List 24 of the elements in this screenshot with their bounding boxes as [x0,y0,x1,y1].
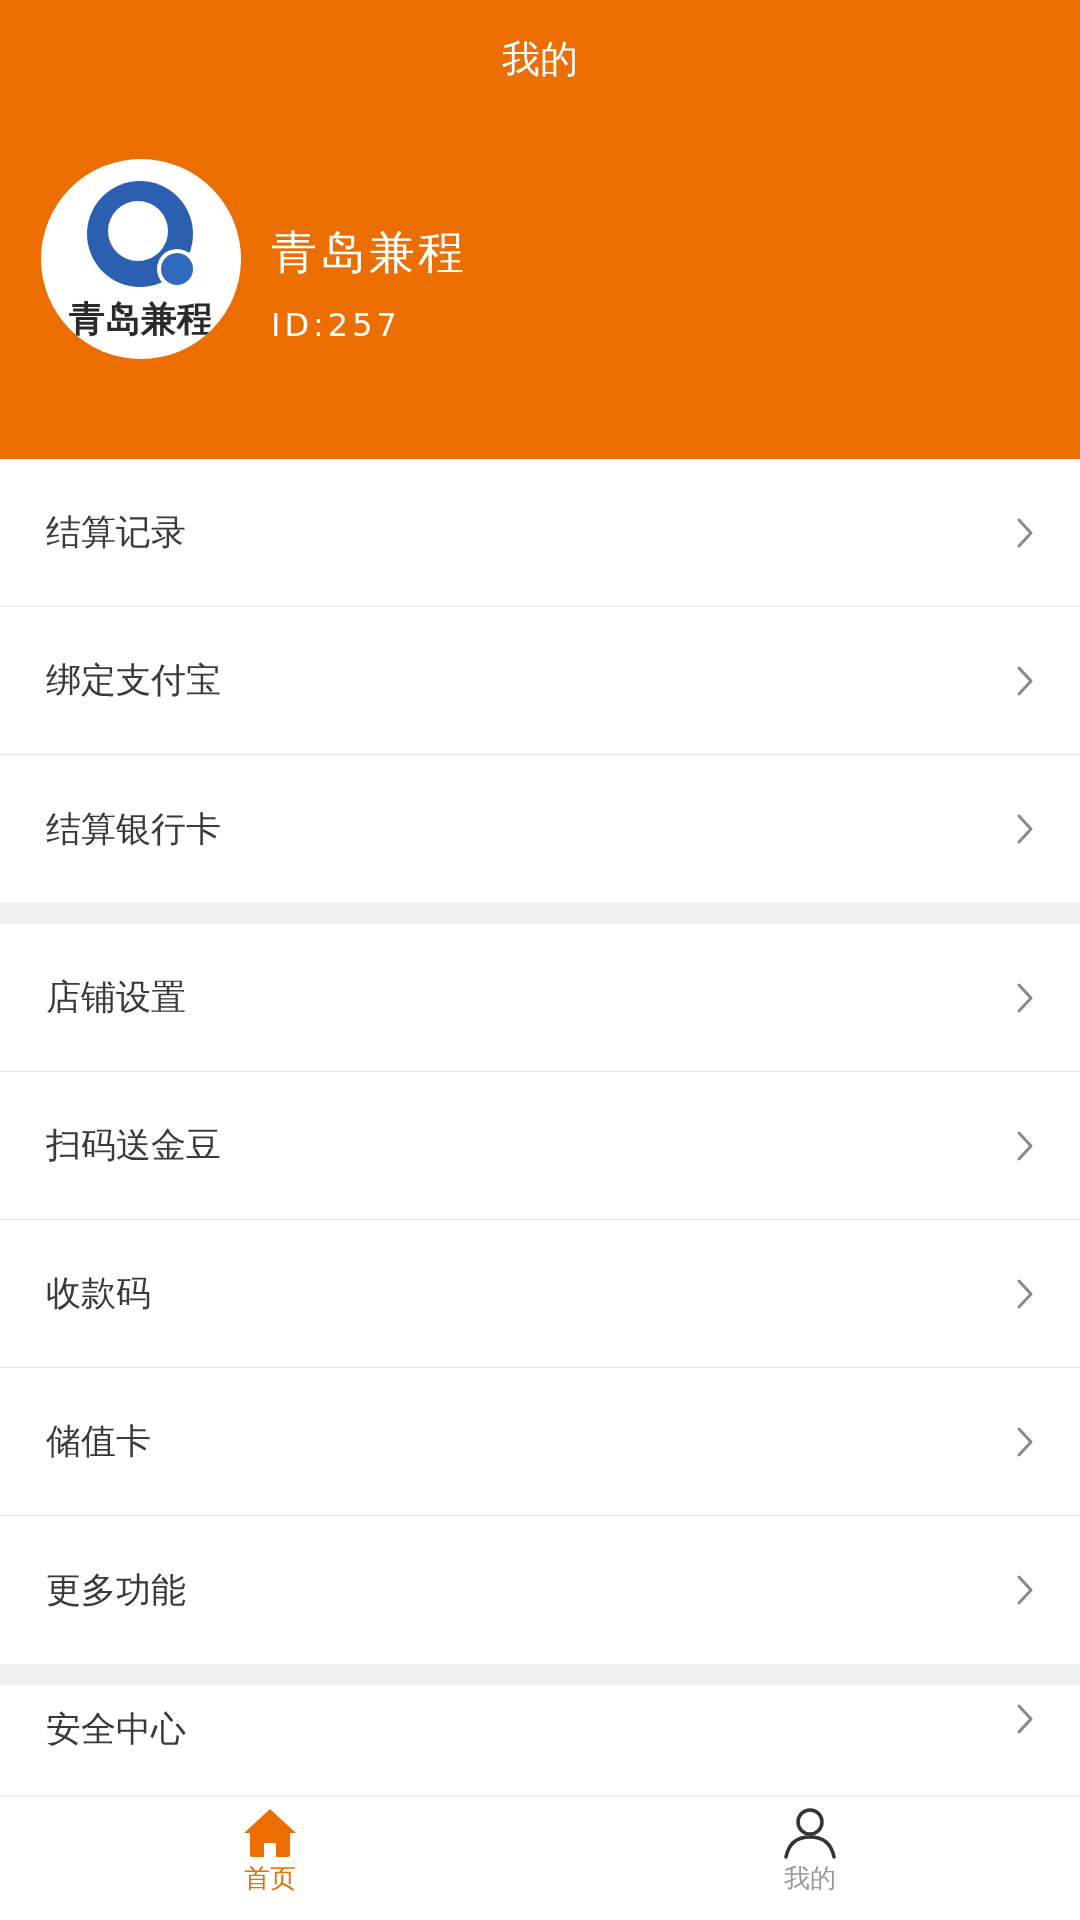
person-icon [782,1807,838,1859]
avatar-logo: 青岛兼程 [41,159,241,359]
chevron-right-icon [1016,1574,1034,1606]
chevron-right-icon [1016,1703,1034,1735]
user-name: 青岛兼程 [271,229,467,275]
menu-item[interactable]: 绑定支付宝 [0,607,1080,755]
page-title: 我的 [502,36,578,78]
chevron-right-icon [1016,664,1034,697]
chevron-right-icon [1016,1129,1034,1162]
menu-item[interactable]: 结算银行卡 [0,755,1080,903]
chevron-right-icon [1016,516,1034,549]
chevron-right-icon [1016,1425,1034,1458]
menu-item[interactable]: 更多功能 [0,1516,1080,1664]
menu-item[interactable]: 储值卡 [0,1368,1080,1516]
chevron-right-icon [1016,813,1034,845]
menu-item[interactable]: 收款码 [0,1220,1080,1368]
menu-item[interactable]: 安全中心 [0,1685,1080,1795]
chevron-right-icon [1016,1277,1034,1310]
menu-item[interactable]: 结算记录 [0,459,1080,607]
menu-item[interactable]: 扫码送金豆 [0,1072,1080,1220]
user-id: ID:257 [271,309,402,341]
home-icon [242,1807,298,1859]
menu-item[interactable]: 店铺设置 [0,924,1080,1072]
chevron-right-icon [1016,981,1034,1014]
